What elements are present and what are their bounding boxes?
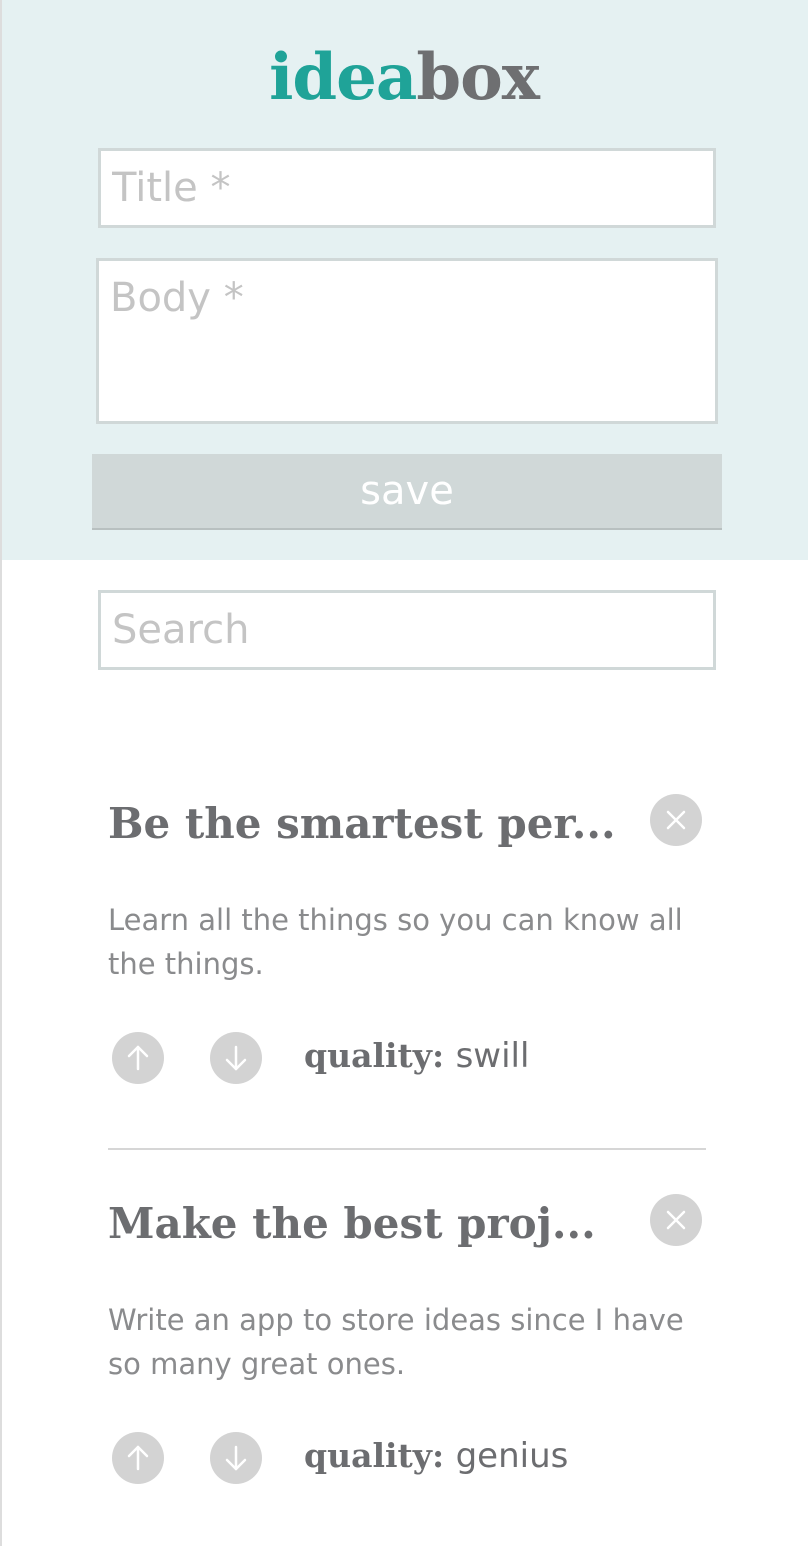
arrow-up-icon bbox=[127, 1045, 149, 1071]
idea-title: Be the smartest per... bbox=[108, 799, 616, 848]
save-button[interactable]: save bbox=[92, 454, 722, 530]
arrow-down-icon bbox=[225, 1045, 247, 1071]
arrow-down-icon bbox=[225, 1445, 247, 1471]
card-divider bbox=[108, 1148, 706, 1150]
logo-box-text: box bbox=[416, 40, 540, 115]
upvote-button[interactable] bbox=[112, 1032, 164, 1084]
downvote-button[interactable] bbox=[210, 1032, 262, 1084]
quality-label: quality: bbox=[304, 1436, 445, 1475]
quality-row: quality: swill bbox=[304, 1026, 529, 1086]
idea-body: Write an app to store ideas since I have… bbox=[108, 1303, 684, 1381]
upvote-button[interactable] bbox=[112, 1432, 164, 1484]
idea-body: Learn all the things so you can know all… bbox=[108, 903, 683, 981]
body-input[interactable] bbox=[96, 258, 718, 424]
app-logo: ideabox bbox=[0, 38, 808, 118]
close-icon bbox=[666, 810, 686, 830]
idea-title: Make the best proj... bbox=[108, 1199, 596, 1248]
arrow-up-icon bbox=[127, 1445, 149, 1471]
close-icon bbox=[666, 1210, 686, 1230]
downvote-button[interactable] bbox=[210, 1432, 262, 1484]
delete-idea-button[interactable] bbox=[650, 794, 702, 846]
title-input[interactable] bbox=[98, 148, 716, 228]
quality-row: quality: genius bbox=[304, 1426, 568, 1486]
logo-idea-text: idea bbox=[269, 40, 417, 115]
quality-value: swill bbox=[455, 1036, 530, 1076]
quality-label: quality: bbox=[304, 1036, 445, 1075]
delete-idea-button[interactable] bbox=[650, 1194, 702, 1246]
search-input[interactable] bbox=[98, 590, 716, 670]
quality-value: genius bbox=[455, 1436, 569, 1476]
